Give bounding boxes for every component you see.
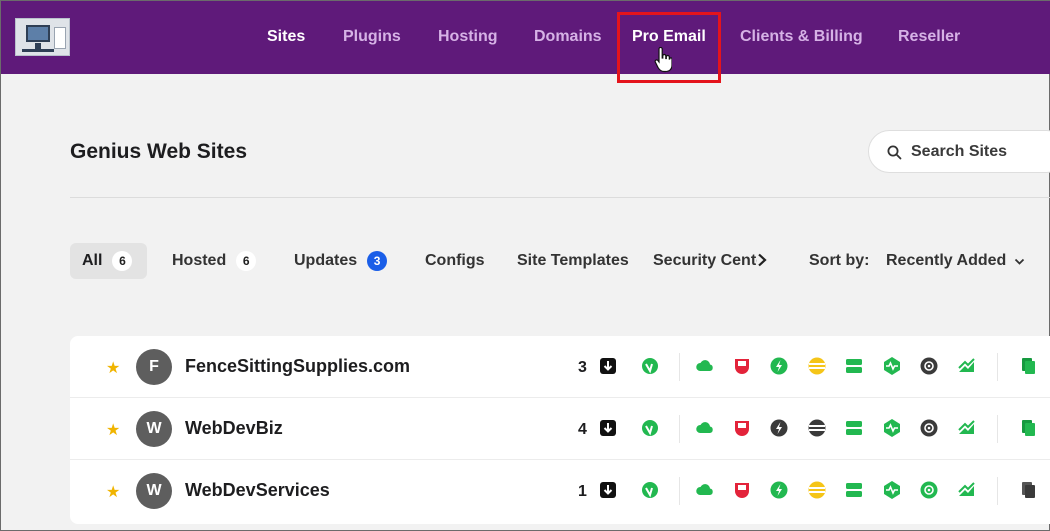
icon-separator: [679, 353, 680, 381]
performance-icon[interactable]: [768, 417, 790, 439]
hosting-icon[interactable]: [843, 355, 865, 377]
tab-label: Hosted: [172, 252, 227, 269]
search-icon: [887, 145, 902, 160]
site-name[interactable]: FenceSittingSupplies.com: [185, 356, 410, 377]
wordfence-icon[interactable]: [639, 355, 661, 377]
star-icon[interactable]: ★: [106, 482, 120, 502]
tab-label: Updates: [294, 252, 358, 269]
star-icon[interactable]: ★: [106, 358, 120, 378]
uptime-icon[interactable]: [881, 417, 903, 439]
tab-updates[interactable]: Updates 3: [294, 243, 388, 279]
page-title: Genius Web Sites: [70, 140, 247, 163]
count-badge: 6: [236, 251, 257, 271]
search-box[interactable]: [868, 130, 1050, 173]
wordfence-icon[interactable]: [639, 417, 661, 439]
site-row[interactable]: ★ F FenceSittingSupplies.com 3: [70, 336, 1050, 398]
tab-site-templates[interactable]: Site Templates: [517, 243, 629, 279]
clone-icon[interactable]: [1018, 479, 1040, 501]
update-count: 4: [578, 421, 587, 438]
tab-configs[interactable]: Configs: [425, 243, 485, 279]
chevron-right-icon[interactable]: [757, 253, 767, 267]
nav-hosting[interactable]: Hosting: [438, 28, 498, 46]
backup-icon[interactable]: [731, 479, 753, 501]
cloud-icon[interactable]: [694, 417, 716, 439]
performance-icon[interactable]: [768, 479, 790, 501]
icon-separator: [997, 353, 998, 381]
search-input[interactable]: [911, 141, 1050, 163]
icon-separator: [997, 415, 998, 443]
nav-reseller[interactable]: Reseller: [898, 28, 960, 46]
wordfence-icon[interactable]: [639, 479, 661, 501]
hand-cursor-icon: [654, 47, 672, 73]
icon-separator: [679, 415, 680, 443]
cache-icon[interactable]: [806, 355, 828, 377]
chevron-down-icon[interactable]: [1014, 258, 1025, 266]
site-avatar: F: [136, 349, 172, 385]
count-badge: 3: [367, 251, 388, 271]
cache-icon[interactable]: [806, 479, 828, 501]
hosting-icon[interactable]: [843, 417, 865, 439]
clone-icon[interactable]: [1018, 417, 1040, 439]
site-row[interactable]: ★ W WebDevServices 1: [70, 460, 1050, 522]
cache-icon[interactable]: [806, 417, 828, 439]
site-list: ★ F FenceSittingSupplies.com 3 ★ W WebDe…: [70, 336, 1050, 524]
security-scan-icon[interactable]: [918, 355, 940, 377]
site-name[interactable]: WebDevBiz: [185, 418, 283, 439]
cloud-icon[interactable]: [694, 355, 716, 377]
site-avatar: W: [136, 411, 172, 447]
icon-separator: [997, 477, 998, 505]
icon-separator: [679, 477, 680, 505]
nav-clients-billing[interactable]: Clients & Billing: [740, 28, 863, 46]
download-icon[interactable]: [597, 417, 619, 439]
update-count: 1: [578, 483, 587, 500]
download-icon[interactable]: [597, 355, 619, 377]
backup-icon[interactable]: [731, 355, 753, 377]
nav-sites[interactable]: Sites: [267, 28, 305, 46]
analytics-icon[interactable]: [956, 417, 978, 439]
count-badge: 6: [112, 251, 133, 271]
app-logo[interactable]: [15, 18, 70, 56]
nav-domains[interactable]: Domains: [534, 28, 602, 46]
tab-label: All: [82, 252, 103, 269]
tab-all[interactable]: All 6: [70, 243, 147, 279]
site-name[interactable]: WebDevServices: [185, 480, 330, 501]
header-divider: [70, 197, 1050, 198]
analytics-icon[interactable]: [956, 479, 978, 501]
star-icon[interactable]: ★: [106, 420, 120, 440]
uptime-icon[interactable]: [881, 355, 903, 377]
nav-plugins[interactable]: Plugins: [343, 28, 401, 46]
site-row[interactable]: ★ W WebDevBiz 4: [70, 398, 1050, 460]
performance-icon[interactable]: [768, 355, 790, 377]
update-count: 3: [578, 359, 587, 376]
sort-dropdown[interactable]: Recently Added: [886, 252, 1006, 270]
cloud-icon[interactable]: [694, 479, 716, 501]
uptime-icon[interactable]: [881, 479, 903, 501]
backup-icon[interactable]: [731, 417, 753, 439]
download-icon[interactable]: [597, 479, 619, 501]
hosting-icon[interactable]: [843, 479, 865, 501]
site-avatar: W: [136, 473, 172, 509]
clone-icon[interactable]: [1018, 355, 1040, 377]
analytics-icon[interactable]: [956, 355, 978, 377]
tab-hosted[interactable]: Hosted 6: [172, 243, 257, 279]
security-scan-icon[interactable]: [918, 479, 940, 501]
top-nav-bar: Sites Plugins Hosting Domains Pro Email …: [1, 1, 1050, 74]
security-scan-icon[interactable]: [918, 417, 940, 439]
tab-security-center[interactable]: Security Cente: [653, 243, 757, 279]
sort-label: Sort by:: [809, 252, 870, 269]
